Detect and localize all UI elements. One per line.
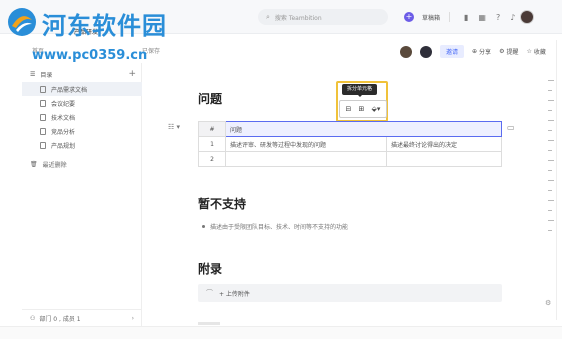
settings-icon: ⚙ [499,48,505,55]
table-cell[interactable]: 1 [198,136,226,152]
favorite-label: 收藏 [533,49,546,56]
table-cell[interactable]: 2 [198,151,226,167]
table-header-cell[interactable]: 问题 [225,121,502,137]
sidebar-item-label: 产品需求文档 [51,86,88,94]
list-item-text: 描述由于受限团队目标、技术、时间等不支持的功能 [210,224,349,231]
member-count: 部门 0 , 成员 1 [39,315,81,323]
people-icon: ⚇ [30,314,36,322]
outline-rail[interactable] [548,80,556,240]
sidebar-header: ☰ 目录 + [30,69,136,79]
sidebar-item-competitor[interactable]: 竞品分析 [22,124,142,138]
sidebar-list: 产品需求文档 会议纪要 技术文档 竞品分析 产品规划 [22,82,142,152]
document-icon [40,127,46,135]
bookmark-icon[interactable]: ▮ [464,13,468,22]
favorite-button[interactable]: ☆ 收藏 [526,47,545,56]
search-placeholder: 搜索 Teambition [274,14,322,22]
share-label: 分享 [479,49,492,56]
share-button[interactable]: ⊕ 分享 [472,47,491,56]
table-header-cell[interactable]: # [198,121,226,137]
comment-icon[interactable]: ▭ [507,123,515,132]
sidebar-item-meeting[interactable]: 会议纪要 [22,96,142,110]
attachment-icon: ⌒ [206,289,213,297]
table-cell[interactable] [385,151,503,167]
document-icon [40,85,46,93]
merge-cells-icon[interactable]: ⊟ [346,105,352,113]
sidebar-footer: ⚇ 部门 0 , 成员 1 › [22,309,142,326]
tooltip-arrow [357,94,363,97]
table-handle-icon[interactable]: ☷ ▾ [168,123,180,131]
upload-attachment-button[interactable]: ⌒ + 上传附件 [198,284,502,302]
sidebar: ☰ 目录 + 产品需求文档 会议纪要 技术文档 竞品分析 产品规划 🗑 最近删除 … [22,63,142,326]
collaborator-avatar[interactable] [400,45,412,58]
sidebar-item-tech[interactable]: 技术文档 [22,110,142,124]
document-icon [40,113,46,121]
document-actions: 邀请 ⊕ 分享 ⚙ 提醒 ☆ 收藏 [400,45,546,58]
robot-icon[interactable]: ⚙ [545,299,551,307]
help-icon[interactable]: ? [496,13,500,22]
list-icon: ☰ [30,70,36,78]
trash-label: 最近删除 [42,162,67,169]
save-status: 已保存 [142,48,161,55]
split-cells-icon[interactable]: ⊞ [359,105,365,113]
placeholder-block [198,322,220,325]
document-icon [40,99,46,107]
sidebar-item-trash[interactable]: 🗑 最近删除 [30,160,67,169]
drafts-button[interactable]: 草稿箱 [422,13,440,22]
breadcrumb-home[interactable]: 首页 [32,46,44,55]
table-header-row: # 问题 [198,121,502,137]
invite-button[interactable]: 邀请 [440,45,465,58]
share-icon: ⊕ [472,48,478,55]
sidebar-item-label: 会议纪要 [51,100,76,108]
table-cell-toolbar: ⊟ ⊞ ⬙▾ [339,100,387,118]
star-icon: ☆ [526,48,532,55]
document-icon [40,141,46,149]
bullet-icon [202,225,205,228]
collaborator-avatar[interactable] [420,45,432,58]
trash-icon: 🗑 [30,161,38,168]
sidebar-item-label: 产品规划 [51,142,76,150]
paint-icon[interactable]: ⬙▾ [372,105,381,113]
sidebar-item-prd[interactable]: 产品需求文档 [22,82,142,96]
heading-unsupported[interactable]: 暂不支持 [198,195,246,212]
sidebar-item-plan[interactable]: 产品规划 [22,138,142,152]
bell-icon[interactable]: ♪ [510,13,515,22]
heading-appendix[interactable]: 附录 [198,260,222,277]
bottom-strip [0,326,562,339]
page-title: 产品研发 [74,29,99,36]
remind-button[interactable]: ⚙ 提醒 [499,47,518,56]
remind-label: 提醒 [506,49,519,56]
sidebar-title: 目录 [40,71,53,79]
top-bar-actions: + 草稿箱 ▮ ▦ ? ♪ [404,9,535,25]
table-cell[interactable] [225,151,387,167]
list-item[interactable]: 描述由于受限团队目标、技术、时间等不支持的功能 [202,222,348,231]
heading-problem[interactable]: 问题 [198,90,222,107]
divider [556,40,557,320]
add-icon[interactable]: + [128,69,136,79]
table-row: 2 [198,151,503,167]
table-cell[interactable]: 描述最终讨论得出的决定 [385,136,503,152]
document-toolbar: 首页 已保存 邀请 ⊕ 分享 ⚙ 提醒 ☆ 收藏 [0,41,562,63]
editor: 问题 拆分单元格 ⊟ ⊞ ⬙▾ ☷ ▾ # 问题 1 描述评审、研发等过程中发现… [142,63,542,326]
search-icon: ⌕ [266,12,270,21]
sidebar-item-label: 技术文档 [51,114,76,122]
avatar[interactable] [520,10,535,24]
search-input[interactable]: ⌕ 搜索 Teambition [258,9,388,25]
upload-label: + 上传附件 [219,290,250,298]
table-cell[interactable]: 描述评审、研发等过程中发现的问题 [225,136,387,152]
divider [449,12,451,22]
plus-icon[interactable]: + [404,12,414,22]
breadcrumb: 首页 已保存 [32,46,160,55]
issues-table: # 问题 1 描述评审、研发等过程中发现的问题 描述最终讨论得出的决定 2 [198,121,503,167]
collapse-icon[interactable]: › [132,315,134,322]
sidebar-item-label: 竞品分析 [51,128,76,136]
table-row: 1 描述评审、研发等过程中发现的问题 描述最终讨论得出的决定 [198,136,503,152]
layout-icon[interactable]: ▦ [478,13,486,22]
